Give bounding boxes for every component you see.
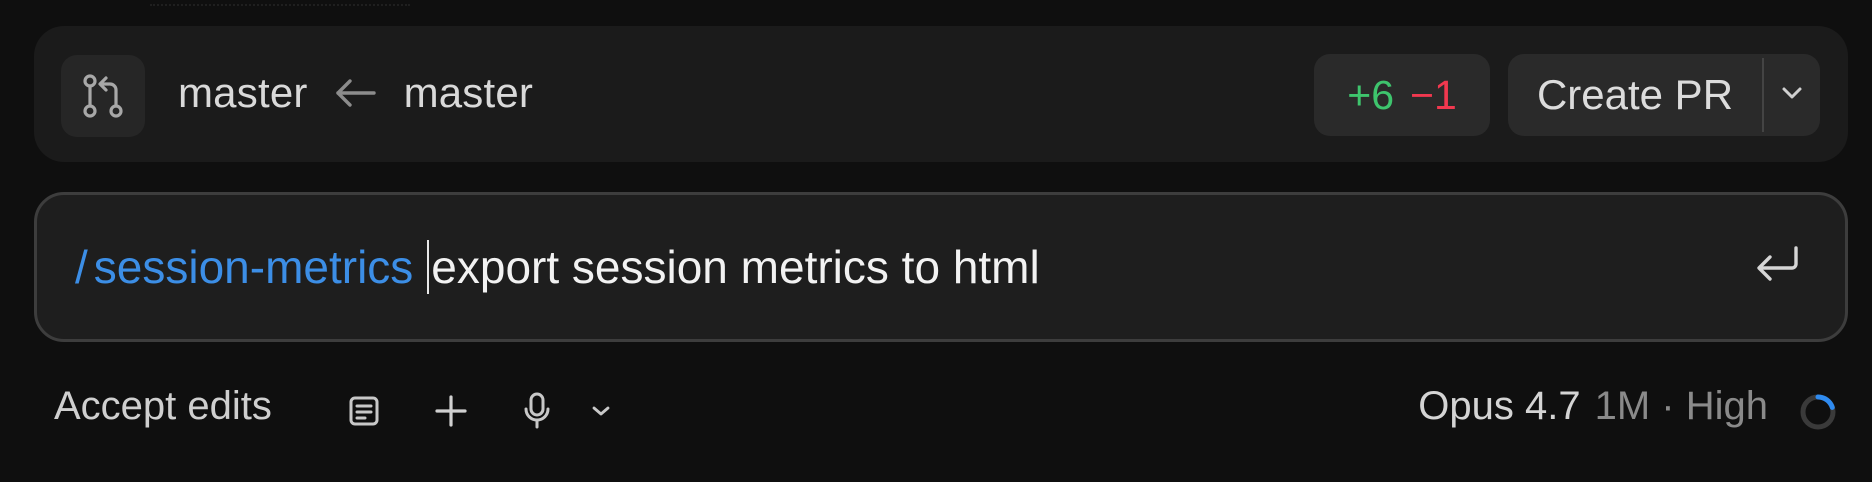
- progress-ring-icon: [1798, 392, 1838, 432]
- submit-button[interactable]: [1751, 239, 1805, 293]
- git-pull-request-icon[interactable]: [61, 55, 145, 137]
- chevron-down-icon[interactable]: [580, 390, 622, 432]
- enter-return-icon: [1754, 244, 1802, 289]
- composer-panel: master master +6 −1 Create PR / session-…: [0, 0, 1872, 482]
- lines-added: +6: [1347, 71, 1394, 118]
- slash-command-chip[interactable]: / session-metrics: [75, 240, 413, 294]
- plus-icon[interactable]: [430, 390, 472, 432]
- create-pr-dropdown[interactable]: [1764, 54, 1820, 136]
- create-pr-button[interactable]: Create PR: [1508, 54, 1762, 136]
- create-pr-split-button: Create PR: [1508, 54, 1820, 136]
- chevron-down-icon: [1781, 86, 1803, 105]
- accept-edits-mode-button[interactable]: Accept edits: [54, 384, 272, 429]
- branch-comparison: master master: [178, 66, 533, 120]
- composer-toolbar: Accept edits Opus 4.7 1M · High: [0, 376, 1872, 446]
- document-icon[interactable]: [343, 390, 385, 432]
- model-selector[interactable]: Opus 4.7 1M · High: [1418, 384, 1768, 429]
- text-caret: [427, 240, 430, 294]
- model-context-effort: 1M · High: [1594, 384, 1768, 428]
- slash-prefix: /: [75, 241, 88, 293]
- target-branch[interactable]: master: [178, 69, 308, 117]
- microphone-icon[interactable]: [516, 390, 558, 432]
- scrolled-content-remnant: [150, 0, 410, 6]
- prompt-text: export session metrics to html: [431, 241, 1040, 293]
- diff-stat-badge[interactable]: +6 −1: [1314, 54, 1490, 136]
- arrow-left-icon: [334, 78, 378, 108]
- prompt-content[interactable]: / session-metrics export session metrics …: [75, 237, 1040, 297]
- source-branch[interactable]: master: [404, 69, 534, 117]
- slash-command-name: session-metrics: [93, 241, 414, 293]
- lines-removed: −1: [1410, 71, 1457, 118]
- branch-bar: master master +6 −1 Create PR: [34, 26, 1848, 162]
- prompt-input[interactable]: / session-metrics export session metrics …: [34, 192, 1848, 342]
- model-name: Opus 4.7: [1418, 384, 1581, 428]
